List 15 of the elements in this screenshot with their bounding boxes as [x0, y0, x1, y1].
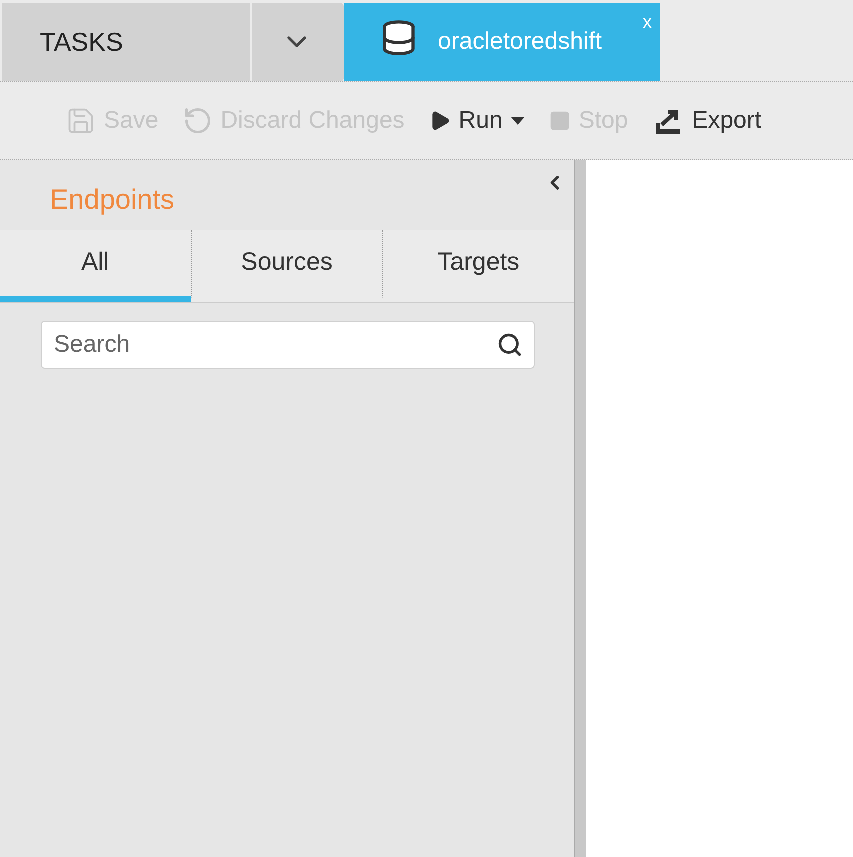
panel-title: Endpoints: [50, 183, 175, 217]
caret-icon: [510, 116, 525, 124]
undo-icon: [182, 106, 213, 136]
splitter-bar[interactable]: [574, 160, 586, 857]
task-tab-label: oracletoredshift: [438, 27, 602, 57]
stop-icon: [548, 110, 571, 132]
panel-tab[interactable]: All: [0, 230, 191, 302]
panel-tab[interactable]: Targets: [382, 230, 574, 302]
toolbar-button[interactable]: Run: [428, 102, 525, 138]
database-icon: [380, 19, 418, 57]
search-icon: [497, 332, 523, 358]
toolbar-button[interactable]: Export: [652, 102, 762, 138]
breadcrumb-title[interactable]: TASKS: [2, 3, 250, 81]
search-field[interactable]: Search: [41, 321, 535, 369]
panel-tab[interactable]: Sources: [190, 230, 382, 302]
